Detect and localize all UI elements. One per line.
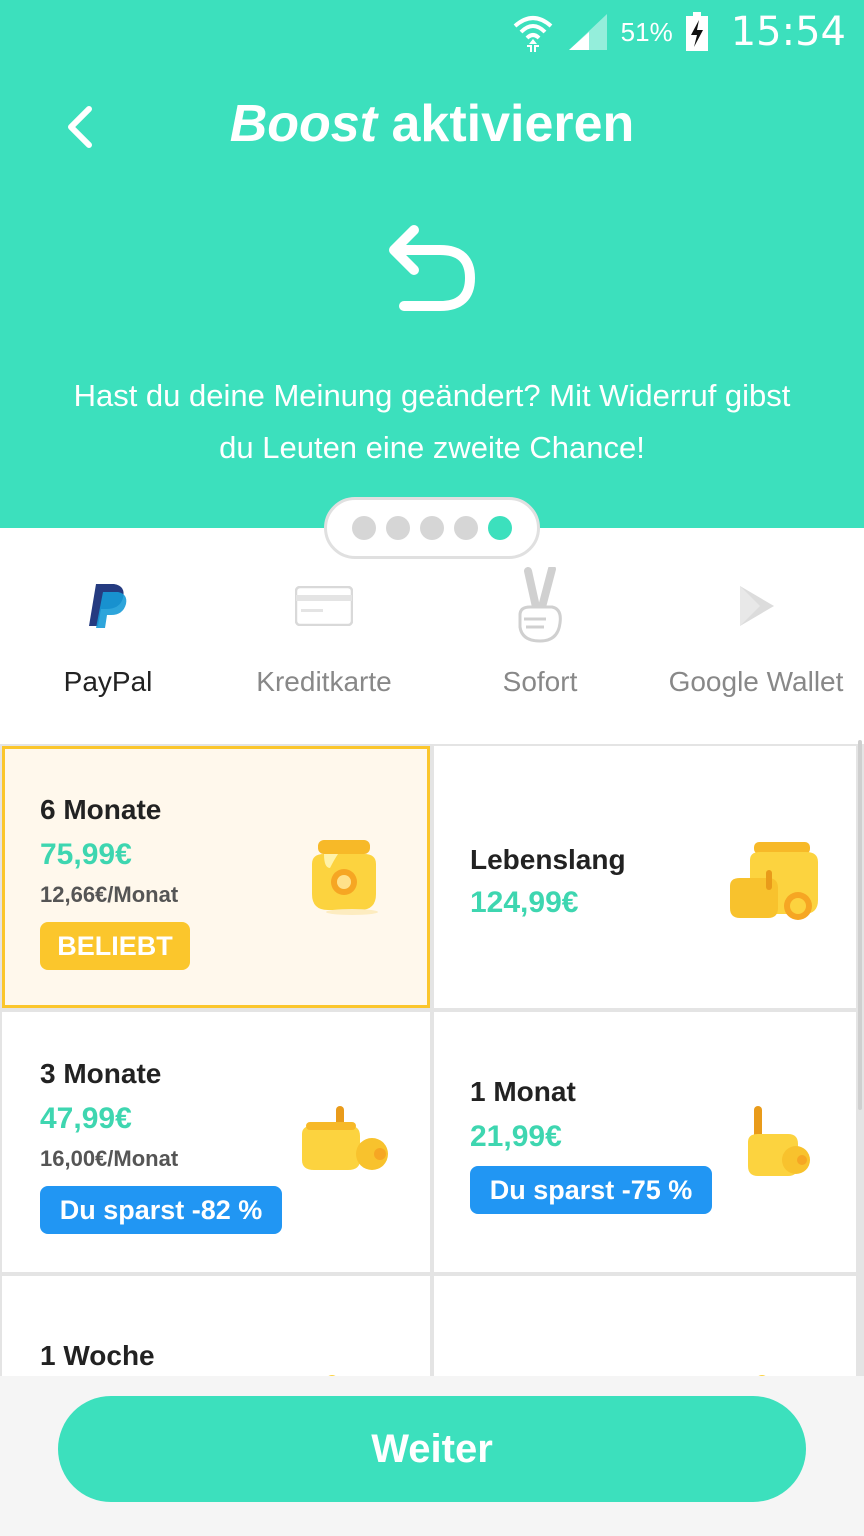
payment-method-label: Sofort [502, 666, 578, 697]
plan-card-empty[interactable] [434, 1276, 856, 1376]
feature-description: Hast du deine Meinung geändert? Mit Wide… [73, 378, 791, 465]
plan-card-lifetime[interactable]: Lebenslang 124,99€ [434, 746, 856, 1008]
paypal-icon [89, 584, 127, 628]
credit-card-icon [295, 586, 353, 626]
page-title-rest: aktivieren [391, 95, 635, 153]
wifi-icon [513, 16, 552, 52]
plan-grid: 6 Monate 75,99€ 12,66€/Monat BELIEBT Leb… [0, 744, 864, 1376]
continue-button[interactable]: Weiter [58, 1396, 806, 1502]
plan-name: 1 Monat [470, 1076, 576, 1107]
page-title: Boost aktivieren [0, 94, 864, 154]
page-title-emphasis: Boost [229, 95, 378, 153]
plan-name: 6 Monate [40, 794, 162, 825]
plan-name: 1 Woche [40, 1340, 155, 1371]
popular-badge: BELIEBT [40, 922, 190, 970]
status-time: 15:54 [730, 9, 846, 55]
plan-price-per-month: 16,00€/Monat [40, 1146, 179, 1171]
undo-icon [389, 225, 475, 311]
plan-price: 21,99€ [470, 1120, 562, 1153]
payment-method-google-wallet[interactable]: Google Wallet [648, 566, 864, 746]
honey-jar-icon [312, 840, 378, 915]
status-bar: 51% 15:54 [0, 0, 864, 64]
page-dot[interactable] [420, 516, 444, 540]
savings-badge: Du sparst -82 % [40, 1186, 282, 1234]
plan-card-3-months[interactable]: 3 Monate 47,99€ 16,00€/Monat Du sparst -… [2, 1012, 430, 1272]
page-dot[interactable] [352, 516, 376, 540]
battery-percent: 51% [620, 16, 673, 47]
page-dot-active[interactable] [488, 516, 512, 540]
plan-price-per-month: 12,66€/Monat [40, 882, 179, 907]
play-store-icon [740, 586, 774, 626]
signal-icon [568, 14, 607, 50]
page-dot[interactable] [454, 516, 478, 540]
plan-card-1-month[interactable]: 1 Monat 21,99€ Du sparst -75 % [434, 1012, 856, 1272]
bottom-bar: Weiter [0, 1376, 864, 1536]
page-dot[interactable] [386, 516, 410, 540]
payment-method-label: Google Wallet [668, 666, 844, 697]
header: 51% 15:54 Boost aktivieren Hast du deine… [0, 0, 864, 528]
honey-pots-icon [302, 1106, 388, 1170]
savings-badge: Du sparst -75 % [470, 1166, 712, 1214]
plan-name: Lebenslang [470, 844, 626, 875]
payment-method-sofort[interactable]: Sofort [432, 566, 648, 746]
scrollbar[interactable] [858, 740, 862, 1110]
payment-method-paypal[interactable]: PayPal [0, 566, 216, 746]
battery-charging-icon [685, 12, 708, 51]
payment-method-label: PayPal [63, 666, 153, 697]
payment-method-credit-card[interactable]: Kreditkarte [216, 566, 432, 746]
plan-price: 75,99€ [40, 838, 132, 871]
victory-hand-icon [518, 567, 562, 643]
page-indicator [324, 497, 540, 559]
plan-price: 124,99€ [470, 886, 579, 919]
plan-name: 3 Monate [40, 1058, 162, 1089]
plan-price: 47,99€ [40, 1102, 132, 1135]
payment-methods: PayPal Kreditkarte Sofort Google Wallet [0, 566, 864, 746]
honey-pot-dipper-icon [748, 1106, 810, 1176]
honey-jars-stack-icon [730, 842, 818, 920]
payment-method-label: Kreditkarte [256, 666, 392, 697]
plan-card-6-months[interactable]: 6 Monate 75,99€ 12,66€/Monat BELIEBT [2, 746, 430, 1008]
plan-card-1-week[interactable]: 1 Woche [2, 1276, 430, 1376]
